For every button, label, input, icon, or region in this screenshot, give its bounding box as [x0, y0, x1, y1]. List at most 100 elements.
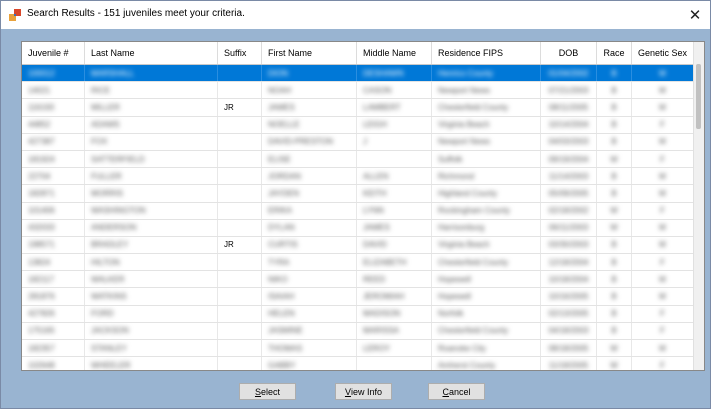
column-header-dob[interactable]: DOB: [541, 42, 597, 64]
cell-genetic-sex: F: [632, 150, 694, 168]
cell-first-name: DION: [262, 65, 357, 82]
table-row[interactable]: 281876 WATKINS ISAIAH JEROMIAH Hopewell 10/16…: [22, 288, 694, 306]
table-row[interactable]: 175165 JACKSON JASMINE MARISSA Chesterfield …: [22, 322, 694, 340]
cell-residence-fips: Amherst County: [432, 357, 541, 370]
table-row[interactable]: 432033 ANDERSON DYLAN JAMES Harrisonburg 06/1…: [22, 219, 694, 237]
table-row[interactable]: 427826 FORD HELEN MADISON Norfolk 02/13/2005 B…: [22, 305, 694, 323]
cell-value: B: [611, 257, 617, 267]
results-grid[interactable]: Juvenile # Last Name Suffix First Name Middl…: [21, 41, 705, 371]
cell-first-name: ERIKA: [262, 202, 357, 219]
cell-residence-fips: Newport News: [432, 82, 541, 99]
cell-middle-name: LYNN: [357, 202, 432, 219]
cell-value: B: [611, 274, 617, 284]
table-row[interactable]: 182871 MORRIS JAYDEN KEITH Highland County 05…: [22, 185, 694, 203]
cell-value: B: [611, 326, 617, 336]
table-row[interactable]: 198571 BRADLEY JR CURTIS DAVID Virginia Beach…: [22, 236, 694, 255]
cell-value: ELISE: [268, 154, 291, 164]
cell-value: SATTERFIELD: [91, 154, 145, 164]
cell-genetic-sex: M: [632, 219, 694, 236]
column-header-middle-name[interactable]: Middle Name: [357, 42, 432, 64]
cell-value: LYNN: [363, 206, 384, 216]
cell-value: MORRIS: [91, 188, 123, 198]
cell-middle-name: DESHAWN: [357, 65, 432, 82]
vertical-scrollbar[interactable]: [693, 42, 704, 370]
cell-value: 10/14/2004: [548, 120, 589, 130]
cell-value: W: [610, 223, 618, 233]
cell-first-name: CURTIS: [262, 236, 357, 254]
table-row[interactable]: 182117 WALKER NIKO REED Hopewell 10/18/2004 B M: [22, 271, 694, 289]
cell-dob: 01/04/2002: [541, 65, 597, 82]
column-header-suffix[interactable]: Suffix: [218, 42, 262, 64]
cell-value: 281876: [28, 292, 55, 302]
close-button[interactable]: ✕: [680, 1, 710, 29]
cancel-button[interactable]: Cancel: [428, 383, 485, 400]
table-row[interactable]: 427387 FOX DAVID-PRESTON J Newport News 04/03…: [22, 133, 694, 151]
cell-suffix: [218, 254, 262, 271]
cell-value: M: [659, 240, 666, 250]
cell-value: 182871: [28, 188, 55, 198]
view-info-button[interactable]: View Info: [335, 383, 392, 400]
scrollbar-thumb[interactable]: [696, 64, 701, 129]
cell-value: 102648: [28, 360, 55, 370]
column-header-genetic-sex[interactable]: Genetic Sex: [632, 42, 694, 64]
cell-value: REED: [363, 274, 386, 284]
cell-genetic-sex: F: [632, 305, 694, 322]
cell-value: 22704: [28, 171, 51, 181]
cell-value: THOMAS: [268, 343, 303, 353]
cell-middle-name: JAMES: [357, 219, 432, 236]
cell-value: Harrisonburg: [438, 223, 485, 233]
table-row[interactable]: 102648 WHEELER GABBY Amherst County 11/18/20…: [22, 357, 694, 370]
cell-residence-fips: Norfolk: [432, 305, 541, 322]
cell-juvenile-number: 281876: [22, 288, 85, 305]
cell-dob: 08/18/2005: [541, 340, 597, 357]
cell-value: Newport News: [438, 137, 491, 147]
table-row[interactable]: 100012 MARSHALL DION DESHAWN Henrico County 0…: [22, 65, 694, 83]
table-row[interactable]: 182357 STANLEY THOMAS LEROY Roanoke City 08/1…: [22, 340, 694, 358]
cell-suffix: JR: [218, 236, 262, 254]
cell-value: M: [659, 68, 666, 78]
column-header-juvenile-number[interactable]: Juvenile #: [22, 42, 85, 64]
cell-value: 427387: [28, 137, 55, 147]
cell-value: 44852: [28, 120, 51, 130]
column-header-race[interactable]: Race: [597, 42, 632, 64]
cell-middle-name: LAMBERT: [357, 99, 432, 116]
title-bar[interactable]: Search Results - 151 juveniles meet your…: [1, 1, 710, 29]
cell-value: 02/18/2002: [548, 206, 589, 216]
table-row[interactable]: 44852 ADAMS NOELLE LEIGH Virginia Beach 10/14…: [22, 116, 694, 134]
cell-last-name: STANLEY: [85, 340, 218, 357]
column-header-residence-fips[interactable]: Residence FIPS: [432, 42, 541, 64]
cell-residence-fips: Henrico County: [432, 65, 541, 82]
table-row[interactable]: 101406 WASHINGTON ERIKA LYNN Rockingham Coun…: [22, 202, 694, 220]
select-button[interactable]: Select: [239, 383, 296, 400]
cell-suffix: [218, 185, 262, 202]
cell-value: 181924: [28, 154, 55, 164]
cell-suffix: [218, 150, 262, 168]
column-header-last-name[interactable]: Last Name: [85, 42, 218, 64]
cell-suffix: [218, 305, 262, 322]
table-row[interactable]: 22704 FULLER JORDAN ALLEN Richmond 11/14/2003…: [22, 168, 694, 186]
cell-value: 11/14/2003: [548, 171, 589, 181]
cell-genetic-sex: M: [632, 288, 694, 305]
cell-juvenile-number: 181924: [22, 150, 85, 168]
client-area: Juvenile # Last Name Suffix First Name Middl…: [1, 29, 710, 408]
cell-race: B: [597, 236, 632, 254]
table-row[interactable]: 116193 MILLER JR JAMES LAMBERT Chesterfield C…: [22, 99, 694, 117]
cell-middle-name: CASON: [357, 82, 432, 99]
cell-suffix: [218, 271, 262, 288]
column-header-first-name[interactable]: First Name: [262, 42, 357, 64]
search-results-window: Search Results - 151 juveniles meet your…: [0, 0, 711, 409]
cell-value: W: [610, 360, 618, 370]
cell-value: NIKO: [268, 274, 288, 284]
cell-residence-fips: Roanoke City: [432, 340, 541, 357]
cell-value: 08/18/2005: [548, 343, 589, 353]
cell-value: F: [660, 206, 665, 216]
cell-genetic-sex: F: [632, 202, 694, 219]
table-row[interactable]: 181924 SATTERFIELD ELISE Suffolk 09/19/2004 W…: [22, 150, 694, 169]
cell-value: 13824: [28, 257, 51, 267]
table-row[interactable]: 14021 RICE NOAH CASON Newport News 07/21/2003…: [22, 82, 694, 100]
grid-body: 100012 MARSHALL DION DESHAWN Henrico County 0…: [22, 65, 694, 370]
cell-value: Suffolk: [438, 154, 463, 164]
cell-first-name: DYLAN: [262, 219, 357, 236]
table-row[interactable]: 13824 HILTON TYRA ELIZABETH Chesterfield Cou…: [22, 254, 694, 272]
cell-suffix: [218, 168, 262, 185]
